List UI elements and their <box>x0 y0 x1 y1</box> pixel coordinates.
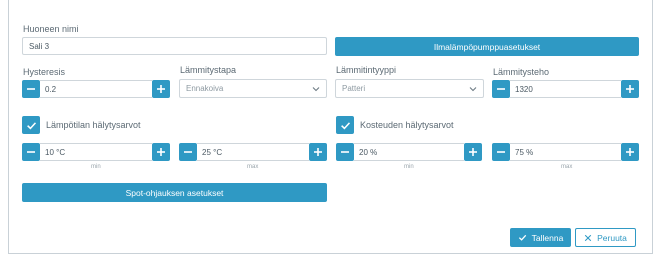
plus-icon <box>626 85 634 93</box>
temp-min-decrease-button[interactable] <box>22 143 40 161</box>
minus-icon <box>27 151 35 153</box>
hysteresis-decrease-button[interactable] <box>22 80 40 98</box>
heating-power-decrease-button[interactable] <box>492 80 510 98</box>
humidity-min-increase-button[interactable] <box>464 143 482 161</box>
humidity-min-caption: min <box>404 164 414 170</box>
temp-max-decrease-button[interactable] <box>179 143 197 161</box>
plus-icon <box>469 148 477 156</box>
heater-type-value: Patteri <box>342 84 366 93</box>
save-button[interactable]: Tallenna <box>510 228 571 247</box>
heating-power-input[interactable]: 1320 <box>510 80 621 98</box>
heatpump-settings-button[interactable]: Ilmalämpöpumppuasetukset <box>335 37 639 56</box>
plus-icon <box>157 85 165 93</box>
temp-min-increase-button[interactable] <box>152 143 170 161</box>
plus-icon <box>626 148 634 156</box>
humidity-alarm-label: Kosteuden hälytysarvot <box>360 120 454 130</box>
cancel-button[interactable]: Peruuta <box>575 228 636 247</box>
room-name-input[interactable]: Sali 3 <box>22 37 327 55</box>
humidity-min-decrease-button[interactable] <box>336 143 354 161</box>
minus-icon <box>497 151 505 153</box>
room-name-label: Huoneen nimi <box>23 24 79 34</box>
hysteresis-increase-button[interactable] <box>152 80 170 98</box>
check-icon <box>340 121 350 129</box>
humidity-max-decrease-button[interactable] <box>492 143 510 161</box>
chevron-down-icon <box>469 87 477 92</box>
temp-max-input[interactable]: 25 °C <box>197 143 309 161</box>
temp-max-increase-button[interactable] <box>309 143 327 161</box>
minus-icon <box>27 88 35 90</box>
minus-icon <box>184 151 192 153</box>
close-icon <box>584 234 592 241</box>
spot-settings-button[interactable]: Spot-ohjauksen asetukset <box>22 183 327 202</box>
chevron-down-icon <box>312 87 320 92</box>
check-icon <box>518 234 526 241</box>
temp-alarm-checkbox[interactable] <box>22 116 40 134</box>
heating-method-label: Lämmitystapa <box>180 65 237 75</box>
minus-icon <box>497 88 505 90</box>
hysteresis-input[interactable]: 0.2 <box>40 80 152 98</box>
heating-power-label: Lämmitysteho <box>493 67 550 77</box>
humidity-max-input[interactable]: 75 % <box>510 143 621 161</box>
save-button-label: Tallenna <box>531 232 564 243</box>
temp-alarm-label: Lämpötilan hälytysarvot <box>46 120 141 130</box>
heater-type-select[interactable]: Patteri <box>335 79 484 98</box>
temp-min-caption: min <box>91 164 101 170</box>
heater-type-label: Lämmitintyyppi <box>336 65 397 75</box>
heating-method-select[interactable]: Ennakoiva <box>179 79 327 98</box>
heating-power-increase-button[interactable] <box>621 80 639 98</box>
humidity-max-increase-button[interactable] <box>621 143 639 161</box>
heating-method-value: Ennakoiva <box>186 84 224 93</box>
temp-min-input[interactable]: 10 °C <box>40 143 152 161</box>
check-icon <box>26 121 36 129</box>
humidity-min-input[interactable]: 20 % <box>354 143 464 161</box>
plus-icon <box>157 148 165 156</box>
cancel-button-label: Peruuta <box>597 232 627 243</box>
hysteresis-label: Hysteresis <box>23 67 66 77</box>
minus-icon <box>341 151 349 153</box>
humidity-max-caption: max <box>561 164 573 170</box>
plus-icon <box>314 148 322 156</box>
temp-max-caption: max <box>247 164 259 170</box>
humidity-alarm-checkbox[interactable] <box>336 116 354 134</box>
